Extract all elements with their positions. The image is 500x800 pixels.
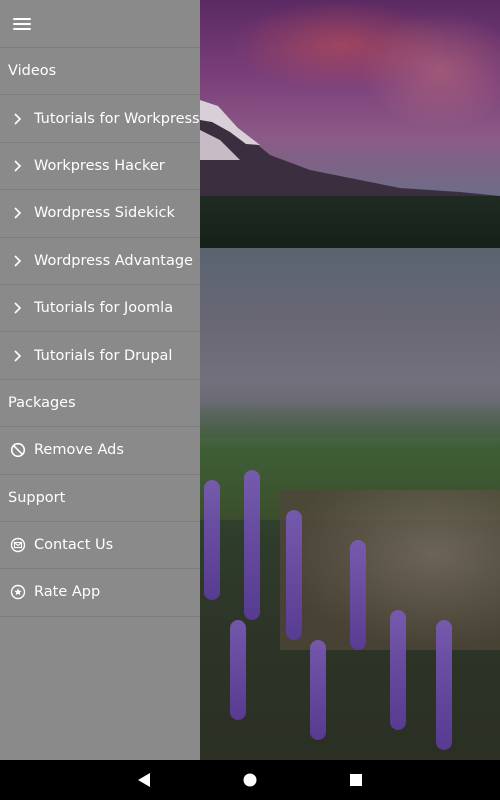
menu-item-wordpress-advantage[interactable]: Wordpress Advantage	[0, 238, 200, 285]
menu-item-label: Remove Ads	[34, 442, 124, 459]
home-circle-icon	[243, 773, 257, 787]
section-header-videos: Videos	[0, 48, 200, 96]
chevron-right-icon	[10, 111, 26, 127]
chevron-right-icon	[10, 158, 26, 174]
menu-item-label: Rate App	[34, 584, 101, 601]
lupine-flowers	[200, 470, 500, 760]
mail-icon	[10, 537, 26, 553]
menu-item-remove-ads[interactable]: Remove Ads	[0, 427, 200, 475]
navigation-drawer: Videos Tutorials for Workpress Workpress…	[0, 0, 200, 760]
menu-item-tutorials-for-drupal[interactable]: Tutorials for Drupal	[0, 332, 200, 380]
back-triangle-icon	[138, 773, 150, 787]
treeline	[200, 196, 500, 248]
menu-item-label: Wordpress Advantage	[34, 252, 193, 269]
section-label: Support	[8, 489, 66, 506]
chevron-right-icon	[10, 300, 26, 316]
hamburger-menu-icon[interactable]	[12, 16, 32, 32]
menu-item-rate-app[interactable]: Rate App	[0, 569, 200, 617]
section-header-support: Support	[0, 475, 200, 522]
menu-item-label: Wordpress Sidekick	[34, 205, 175, 222]
home-button[interactable]	[197, 760, 303, 800]
recents-square-icon	[350, 774, 362, 786]
chevron-right-icon	[10, 253, 26, 269]
section-label: Packages	[8, 394, 76, 411]
menu-item-label: Tutorials for Drupal	[34, 347, 173, 364]
menu-item-wordpress-sidekick[interactable]: Wordpress Sidekick	[0, 190, 200, 238]
section-label: Videos	[8, 63, 57, 80]
menu-item-label: Workpress Hacker	[34, 157, 165, 174]
recents-button[interactable]	[303, 760, 409, 800]
menu-item-label: Tutorials for Joomla	[34, 300, 174, 317]
block-icon	[10, 442, 26, 458]
section-header-packages: Packages	[0, 380, 200, 428]
back-button[interactable]	[91, 760, 197, 800]
menu-item-workpress-hacker[interactable]: Workpress Hacker	[0, 143, 200, 191]
star-icon	[10, 584, 26, 600]
chevron-right-icon	[10, 348, 26, 364]
menu-item-tutorials-for-joomla[interactable]: Tutorials for Joomla	[0, 285, 200, 333]
menu-item-contact-us[interactable]: Contact Us	[0, 522, 200, 570]
system-navigation-bar	[0, 760, 500, 800]
menu-item-tutorials-for-workpress[interactable]: Tutorials for Workpress	[0, 95, 200, 143]
menu-item-label: Tutorials for Workpress	[34, 110, 200, 127]
chevron-right-icon	[10, 205, 26, 221]
drawer-header	[0, 0, 200, 48]
menu-item-label: Contact Us	[34, 537, 114, 554]
